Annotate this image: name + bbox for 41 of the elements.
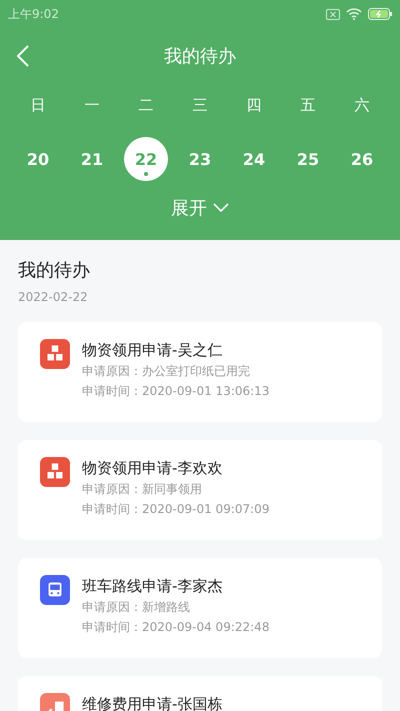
date-item[interactable]: 26 [340,137,384,181]
task-card[interactable]: 物资领用申请-吴之仁 申请原因：办公室打印纸已用完 申请时间：2020-09-01 13:06:13 [18,322,382,422]
weekday-label: 日 [30,96,46,114]
task-time: 申请时间：2020-09-04 09:22:48 [82,619,270,636]
date-item[interactable]: 20 [16,137,60,181]
back-button[interactable] [16,45,30,67]
date-item[interactable]: 21 [70,137,114,181]
task-time: 申请时间：2020-09-01 09:07:09 [82,501,270,518]
weekday-label: 二 [138,96,154,114]
task-reason: 申请原因：新增路线 [82,599,191,616]
battery-icon [368,8,392,20]
date-item[interactable]: 22 [124,137,168,181]
status-time: 上午9:02 [8,6,59,22]
weekday-label: 五 [300,96,316,114]
boxes-icon [40,457,70,487]
task-title: 物资领用申请-吴之仁 [82,340,224,361]
task-title: 物资领用申请-李欢欢 [82,458,224,479]
task-card[interactable]: 班车路线申请-李家杰 申请原因：新增路线 申请时间：2020-09-04 09:22:48 [18,558,382,658]
wifi-icon [346,8,362,20]
task-reason: 申请原因：办公室打印纸已用完 [82,363,251,380]
boxes-icon [40,339,70,369]
task-time: 申请时间：2020-09-01 13:06:13 [82,383,270,400]
date-item[interactable]: 23 [178,137,222,181]
weekday-label: 三 [192,96,208,114]
date-item[interactable]: 25 [286,137,330,181]
bus-icon [40,575,70,605]
weekday-label: 六 [354,96,370,114]
weekday-label: 一 [84,96,100,114]
expand-button[interactable]: 展开 [167,192,233,224]
weekday-label: 四 [246,96,262,114]
date-item[interactable]: 24 [232,137,276,181]
task-card[interactable]: 物资领用申请-李欢欢 申请原因：新同事领用 申请时间：2020-09-01 09:07:09 [18,440,382,540]
section-date: 2022-02-22 [18,290,89,304]
task-title: 维修费用申请-张国栋 [82,694,222,711]
page-title: 我的待办 [164,45,236,68]
task-title: 班车路线申请-李家杰 [82,576,224,597]
sim-icon [326,8,340,20]
section-title: 我的待办 [18,259,91,282]
task-card[interactable]: 维修费用申请-张国栋 [18,676,382,711]
chevron-down-icon [213,203,229,213]
task-reason: 申请原因：新同事领用 [82,481,203,498]
